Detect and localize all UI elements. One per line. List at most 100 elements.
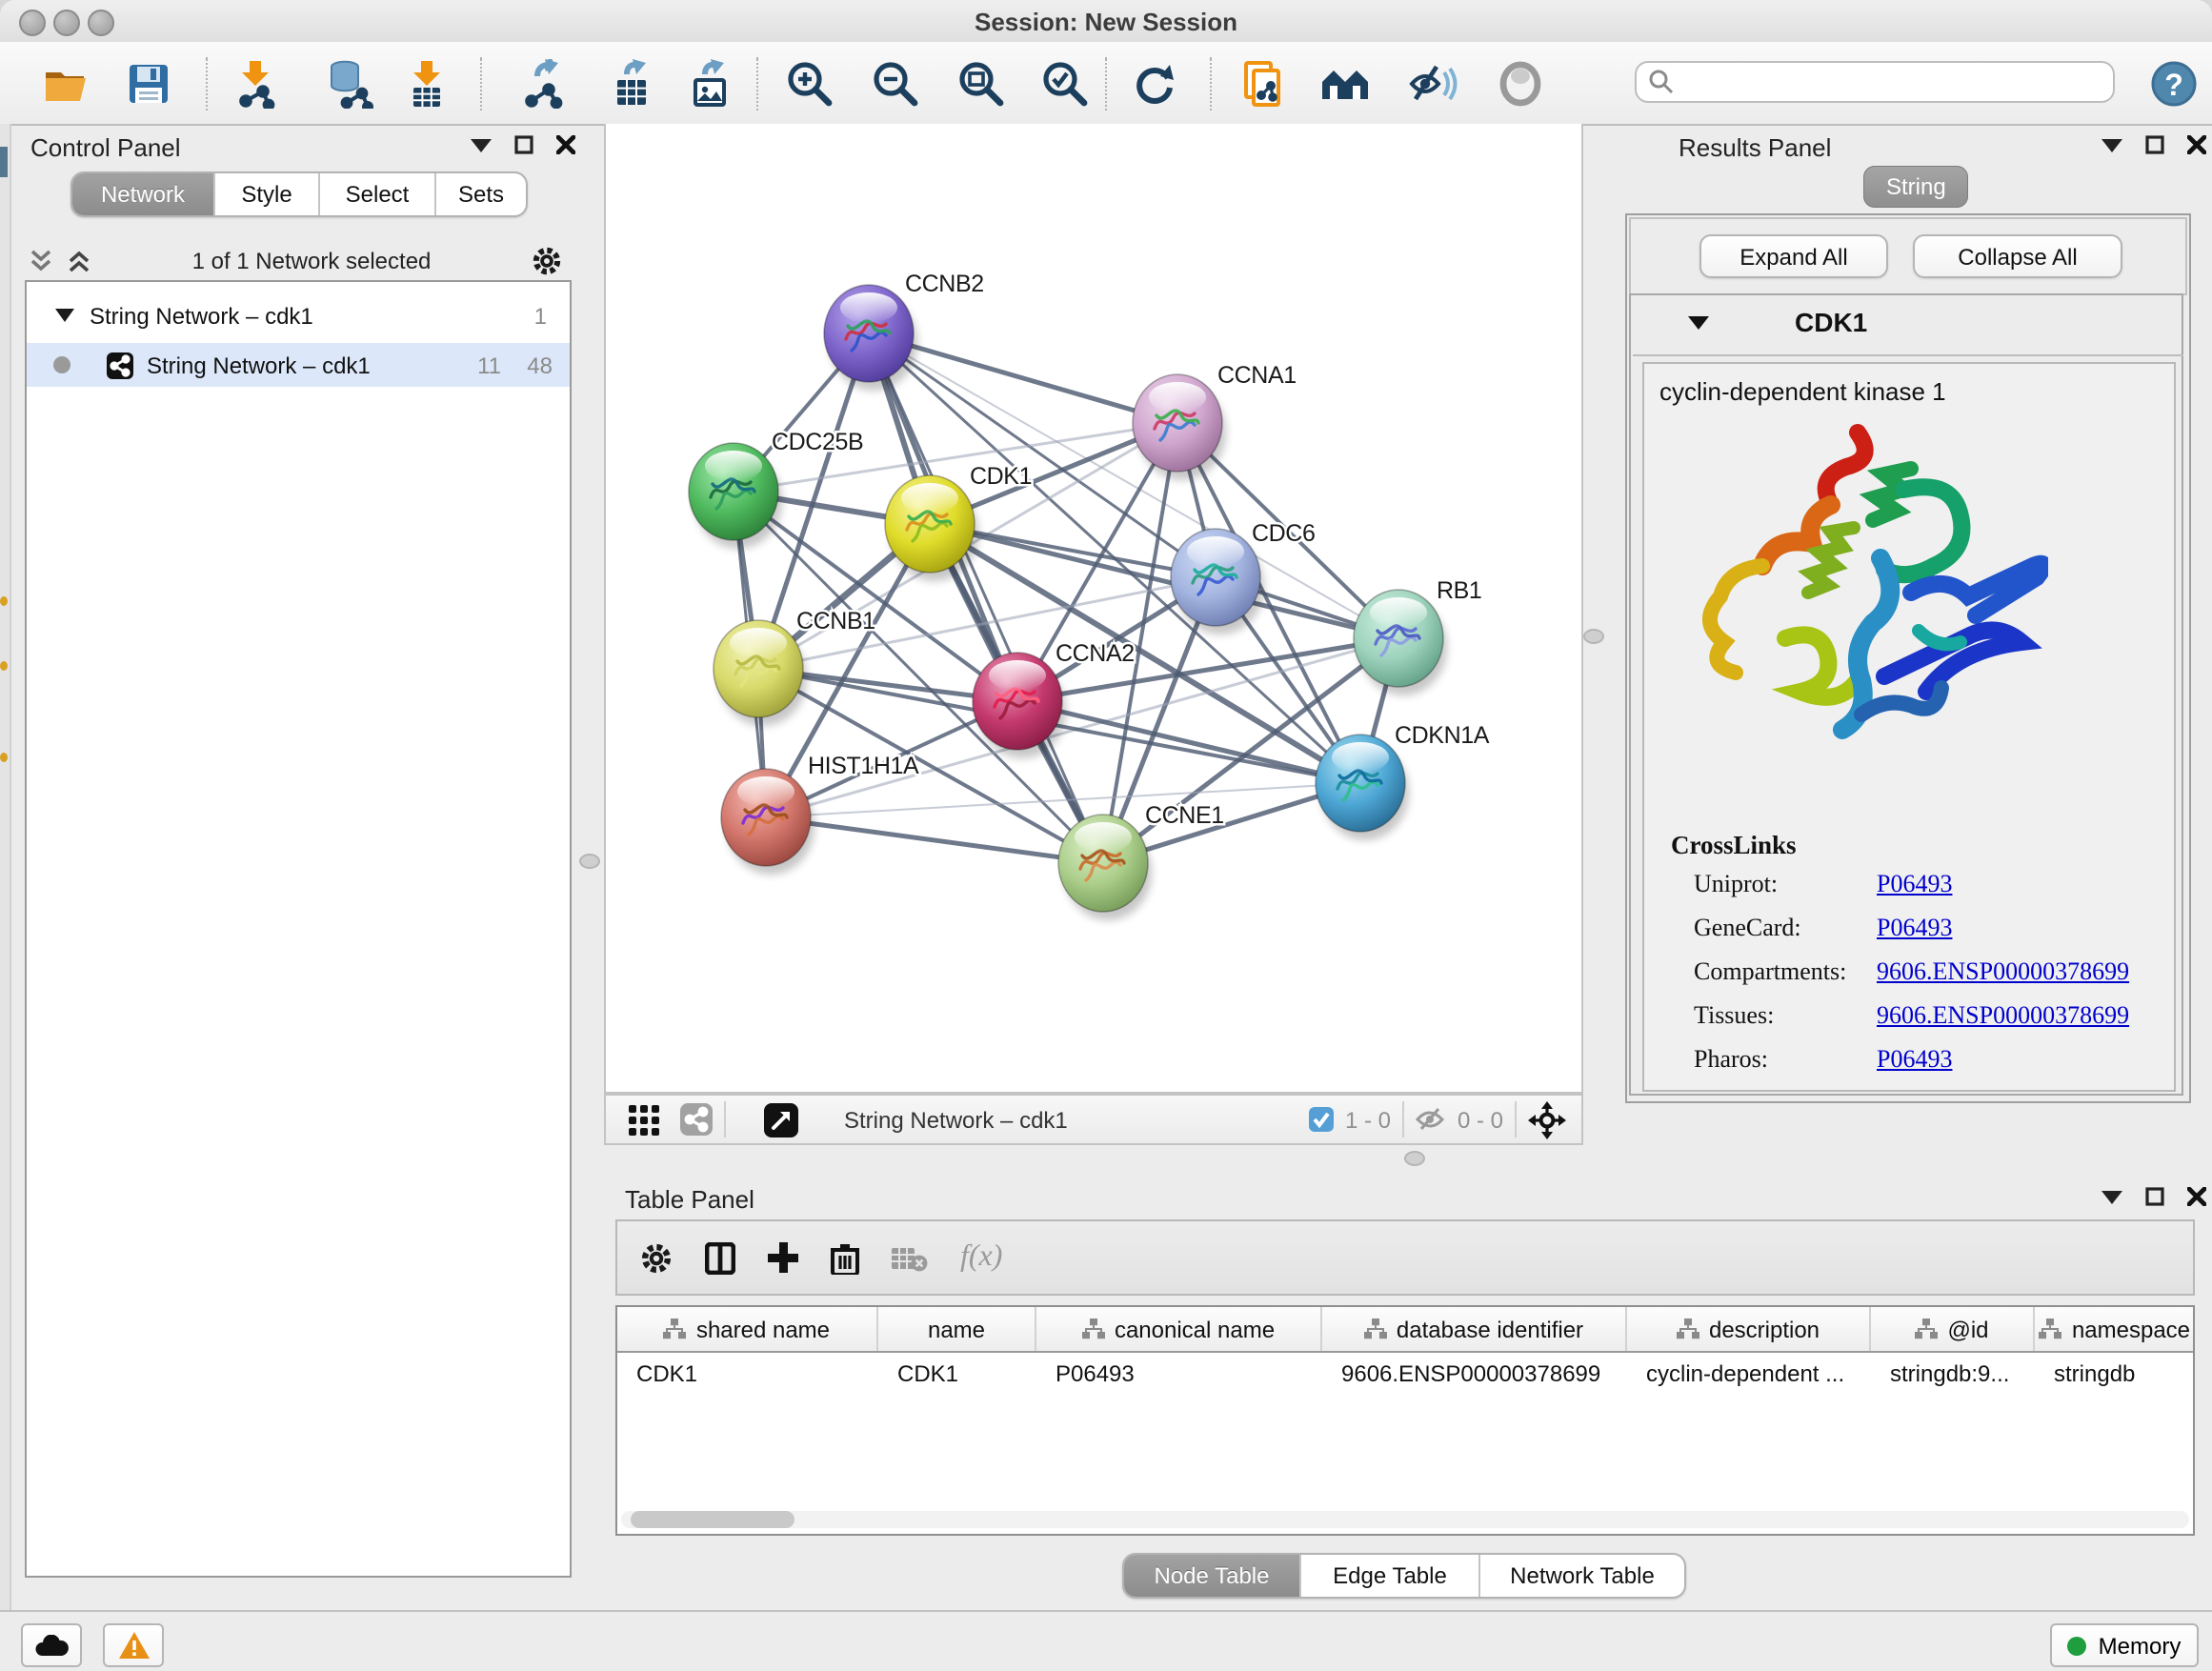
table-cell[interactable]: stringdb:9... xyxy=(1871,1360,2035,1387)
tab-sets[interactable]: Sets xyxy=(436,173,526,215)
panel-menu-icon[interactable] xyxy=(471,137,492,152)
node-label-CDKN1A: CDKN1A xyxy=(1395,722,1490,749)
panel-menu-icon[interactable] xyxy=(2101,137,2122,152)
save-session-icon[interactable] xyxy=(122,57,175,111)
float-panel-icon[interactable] xyxy=(2145,1187,2164,1206)
network-node-CCNA2[interactable] xyxy=(973,653,1066,758)
warnings-button[interactable] xyxy=(103,1623,164,1667)
crosslink-link[interactable]: 9606.ENSP00000378699 xyxy=(1877,956,2129,987)
horizontal-splitter-handle[interactable] xyxy=(1404,1151,1425,1166)
column-header-canonical-name[interactable]: canonical name xyxy=(1036,1307,1322,1351)
collapse-all-icon[interactable] xyxy=(29,250,53,272)
expand-all-button[interactable]: Expand All xyxy=(1699,234,1888,278)
column-header-name[interactable]: name xyxy=(878,1307,1036,1351)
network-edge[interactable] xyxy=(766,817,1103,863)
search-field[interactable] xyxy=(1635,61,2115,103)
collapse-all-button[interactable]: Collapse All xyxy=(1913,234,2122,278)
delete-column-icon[interactable] xyxy=(831,1241,859,1274)
add-column-icon[interactable] xyxy=(768,1242,798,1273)
search-input[interactable] xyxy=(1684,67,2101,97)
table-hscrollbar[interactable] xyxy=(621,1511,2189,1528)
tab-string[interactable]: String xyxy=(1863,166,1969,208)
import-table-icon[interactable] xyxy=(400,57,453,111)
table-hscrollbar-thumb[interactable] xyxy=(631,1511,794,1528)
export-image-icon[interactable] xyxy=(684,57,737,111)
float-panel-icon[interactable] xyxy=(2145,135,2164,154)
table-cell[interactable]: CDK1 xyxy=(617,1360,878,1387)
close-panel-icon[interactable] xyxy=(556,135,575,154)
section-collapse-icon[interactable] xyxy=(1688,314,1709,330)
cloud-button[interactable] xyxy=(21,1623,82,1667)
network-node-CCNB2[interactable] xyxy=(824,285,917,391)
table-settings-gear-icon[interactable] xyxy=(640,1241,673,1274)
crosslink-link[interactable]: P06493 xyxy=(1877,913,1952,943)
network-node-CDC6[interactable] xyxy=(1171,529,1264,634)
network-node-CDK1[interactable] xyxy=(885,475,978,581)
network-edge[interactable] xyxy=(1017,701,1360,783)
network-canvas[interactable]: CCNB2CCNA1CDC25BCDK1CDC6RB1CCNB1CCNA2CDK… xyxy=(604,124,1583,1094)
tab-network-table[interactable]: Network Table xyxy=(1480,1555,1684,1597)
help-icon[interactable]: ? xyxy=(2147,57,2201,111)
network-node-CDKN1A[interactable] xyxy=(1316,735,1409,840)
fit-selected-move-icon[interactable] xyxy=(1528,1100,1566,1138)
close-panel-icon[interactable] xyxy=(2187,1187,2206,1206)
zoom-in-icon[interactable] xyxy=(783,57,836,111)
crosslink-link[interactable]: P06493 xyxy=(1877,869,1952,899)
crosslink-link[interactable]: 9606.ENSP00000378699 xyxy=(1877,1000,2129,1031)
selected-checkbox-icon[interactable] xyxy=(1309,1107,1334,1132)
open-session-icon[interactable] xyxy=(38,57,91,111)
network-node-RB1[interactable] xyxy=(1354,590,1447,695)
table-cell[interactable]: P06493 xyxy=(1036,1360,1322,1387)
zoom-selected-icon[interactable] xyxy=(1038,57,1092,111)
panel-menu-icon[interactable] xyxy=(2101,1189,2122,1204)
export-table-icon[interactable] xyxy=(606,57,659,111)
inactive-lens-icon[interactable] xyxy=(1494,57,1547,111)
float-panel-icon[interactable] xyxy=(514,135,533,154)
refresh-icon[interactable] xyxy=(1128,57,1181,111)
tree-expand-icon[interactable] xyxy=(55,309,74,322)
tab-network[interactable]: Network xyxy=(72,173,215,215)
column-header-namespace[interactable]: namespace xyxy=(2035,1307,2195,1351)
share-view-icon[interactable] xyxy=(680,1103,713,1136)
network-row-selected[interactable]: String Network – cdk1 11 48 xyxy=(27,343,570,387)
tab-edge-table[interactable]: Edge Table xyxy=(1301,1555,1480,1597)
clone-network-icon[interactable] xyxy=(1237,57,1290,111)
network-node-CCNE1[interactable] xyxy=(1058,815,1152,920)
table-cell[interactable]: CDK1 xyxy=(878,1360,1036,1387)
table-cell[interactable]: cyclin-dependent ... xyxy=(1627,1360,1871,1387)
network-collection-row[interactable]: String Network – cdk1 1 xyxy=(27,293,570,337)
warning-icon xyxy=(117,1631,150,1660)
import-network-icon[interactable] xyxy=(229,57,282,111)
column-header-database-identifier[interactable]: database identifier xyxy=(1322,1307,1627,1351)
table-cell[interactable]: 9606.ENSP00000378699 xyxy=(1322,1360,1627,1387)
hide-selected-icon[interactable] xyxy=(1406,57,1459,111)
column-header-description[interactable]: description xyxy=(1627,1307,1871,1351)
expand-all-icon[interactable] xyxy=(67,250,91,272)
export-network-icon[interactable] xyxy=(518,57,572,111)
hidden-eye-icon[interactable] xyxy=(1416,1107,1446,1132)
column-header-shared-name[interactable]: shared name xyxy=(617,1307,878,1351)
network-node-HIST1H1A[interactable] xyxy=(721,769,814,875)
tab-style[interactable]: Style xyxy=(215,173,320,215)
import-database-icon[interactable] xyxy=(322,57,375,111)
zoom-fit-icon[interactable] xyxy=(955,57,1008,111)
table-cell[interactable]: stringdb xyxy=(2035,1360,2195,1387)
network-edge[interactable] xyxy=(869,333,1103,863)
control-panel-tabs: Network Style Select Sets xyxy=(70,171,528,217)
show-all-icon[interactable] xyxy=(1318,57,1372,111)
crosslink-link[interactable]: P06493 xyxy=(1877,1044,1952,1075)
tab-node-table[interactable]: Node Table xyxy=(1124,1555,1301,1597)
gear-icon[interactable] xyxy=(532,246,562,276)
network-node-CCNA1[interactable] xyxy=(1133,374,1226,480)
zoom-out-icon[interactable] xyxy=(869,57,922,111)
show-columns-icon[interactable] xyxy=(705,1241,735,1274)
close-panel-icon[interactable] xyxy=(2187,135,2206,154)
left-splitter-handle[interactable] xyxy=(579,854,600,869)
grid-view-icon[interactable] xyxy=(629,1104,659,1135)
table-row[interactable]: CDK1CDK1P064939606.ENSP00000378699cyclin… xyxy=(617,1353,2193,1395)
column-header--id[interactable]: @id xyxy=(1871,1307,2035,1351)
network-node-CDC25B[interactable] xyxy=(689,443,782,549)
tab-select[interactable]: Select xyxy=(320,173,436,215)
birdseye-view-icon[interactable] xyxy=(764,1102,798,1137)
memory-button[interactable]: Memory xyxy=(2050,1623,2199,1667)
